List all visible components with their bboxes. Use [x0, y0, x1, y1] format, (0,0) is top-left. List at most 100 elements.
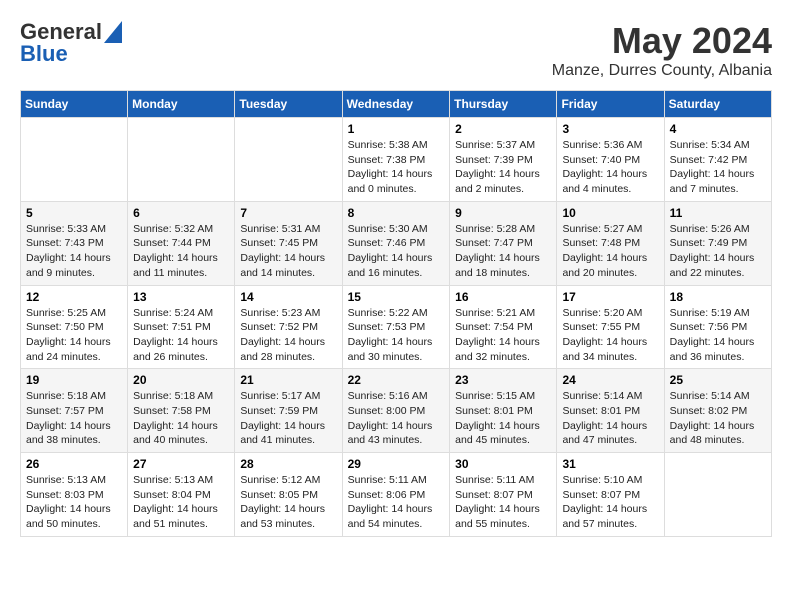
day-number: 4: [670, 122, 766, 136]
day-info: Sunrise: 5:26 AM Sunset: 7:49 PM Dayligh…: [670, 222, 766, 281]
day-number: 25: [670, 373, 766, 387]
week-row-1: 1 Sunrise: 5:38 AM Sunset: 7:38 PM Daylig…: [21, 118, 772, 202]
page-header: General Blue May 2024 Manze, Durres Coun…: [20, 20, 772, 80]
day-number: 2: [455, 122, 551, 136]
day-info: Sunrise: 5:31 AM Sunset: 7:45 PM Dayligh…: [240, 222, 336, 281]
day-info: Sunrise: 5:20 AM Sunset: 7:55 PM Dayligh…: [562, 306, 658, 365]
calendar-cell: 27 Sunrise: 5:13 AM Sunset: 8:04 PM Dayli…: [128, 453, 235, 537]
weekday-header-saturday: Saturday: [664, 91, 771, 118]
day-info: Sunrise: 5:16 AM Sunset: 8:00 PM Dayligh…: [348, 389, 445, 448]
day-info: Sunrise: 5:34 AM Sunset: 7:42 PM Dayligh…: [670, 138, 766, 197]
day-info: Sunrise: 5:18 AM Sunset: 7:57 PM Dayligh…: [26, 389, 122, 448]
calendar-cell: [235, 118, 342, 202]
calendar-cell: [664, 453, 771, 537]
calendar-cell: 2 Sunrise: 5:37 AM Sunset: 7:39 PM Daylig…: [450, 118, 557, 202]
day-number: 10: [562, 206, 658, 220]
calendar-cell: 23Sunrise: 5:15 AM Sunset: 8:01 PM Dayli…: [450, 369, 557, 453]
calendar-cell: 14 Sunrise: 5:23 AM Sunset: 7:52 PM Dayli…: [235, 285, 342, 369]
day-info: Sunrise: 5:18 AM Sunset: 7:58 PM Dayligh…: [133, 389, 229, 448]
calendar-cell: 24 Sunrise: 5:14 AM Sunset: 8:01 PM Dayli…: [557, 369, 664, 453]
day-info: Sunrise: 5:12 AM Sunset: 8:05 PM Dayligh…: [240, 473, 336, 532]
weekday-header-row: SundayMondayTuesdayWednesdayThursdayFrid…: [21, 91, 772, 118]
calendar-cell: 26Sunrise: 5:13 AM Sunset: 8:03 PM Dayli…: [21, 453, 128, 537]
day-number: 12: [26, 290, 122, 304]
day-info: Sunrise: 5:10 AM Sunset: 8:07 PM Dayligh…: [562, 473, 658, 532]
calendar-cell: 31 Sunrise: 5:10 AM Sunset: 8:07 PM Dayli…: [557, 453, 664, 537]
location-title: Manze, Durres County, Albania: [552, 62, 772, 80]
day-info: Sunrise: 5:15 AM Sunset: 8:01 PM Dayligh…: [455, 389, 551, 448]
logo-blue: Blue: [20, 42, 122, 66]
calendar-cell: 6Sunrise: 5:32 AM Sunset: 7:44 PM Daylig…: [128, 201, 235, 285]
day-number: 14: [240, 290, 336, 304]
calendar-cell: 10 Sunrise: 5:27 AM Sunset: 7:48 PM Dayli…: [557, 201, 664, 285]
calendar-cell: 21 Sunrise: 5:17 AM Sunset: 7:59 PM Dayli…: [235, 369, 342, 453]
calendar-cell: 22 Sunrise: 5:16 AM Sunset: 8:00 PM Dayli…: [342, 369, 450, 453]
day-info: Sunrise: 5:13 AM Sunset: 8:03 PM Dayligh…: [26, 473, 122, 532]
day-number: 5: [26, 206, 122, 220]
day-info: Sunrise: 5:37 AM Sunset: 7:39 PM Dayligh…: [455, 138, 551, 197]
calendar-cell: 25 Sunrise: 5:14 AM Sunset: 8:02 PM Dayli…: [664, 369, 771, 453]
day-info: Sunrise: 5:33 AM Sunset: 7:43 PM Dayligh…: [26, 222, 122, 281]
day-info: Sunrise: 5:14 AM Sunset: 8:02 PM Dayligh…: [670, 389, 766, 448]
calendar-cell: 29 Sunrise: 5:11 AM Sunset: 8:06 PM Dayli…: [342, 453, 450, 537]
calendar-cell: 28 Sunrise: 5:12 AM Sunset: 8:05 PM Dayli…: [235, 453, 342, 537]
day-number: 9: [455, 206, 551, 220]
day-number: 27: [133, 457, 229, 471]
week-row-3: 12Sunrise: 5:25 AM Sunset: 7:50 PM Dayli…: [21, 285, 772, 369]
calendar-cell: 12Sunrise: 5:25 AM Sunset: 7:50 PM Dayli…: [21, 285, 128, 369]
day-number: 1: [348, 122, 445, 136]
calendar-cell: [21, 118, 128, 202]
weekday-header-sunday: Sunday: [21, 91, 128, 118]
calendar-cell: 17 Sunrise: 5:20 AM Sunset: 7:55 PM Dayli…: [557, 285, 664, 369]
day-info: Sunrise: 5:11 AM Sunset: 8:06 PM Dayligh…: [348, 473, 445, 532]
day-number: 30: [455, 457, 551, 471]
day-info: Sunrise: 5:14 AM Sunset: 8:01 PM Dayligh…: [562, 389, 658, 448]
logo: General Blue: [20, 20, 122, 66]
day-number: 17: [562, 290, 658, 304]
calendar-cell: 30 Sunrise: 5:11 AM Sunset: 8:07 PM Dayli…: [450, 453, 557, 537]
day-number: 7: [240, 206, 336, 220]
calendar-cell: 4 Sunrise: 5:34 AM Sunset: 7:42 PM Daylig…: [664, 118, 771, 202]
day-info: Sunrise: 5:22 AM Sunset: 7:53 PM Dayligh…: [348, 306, 445, 365]
logo-icon: [104, 21, 122, 43]
weekday-header-monday: Monday: [128, 91, 235, 118]
day-number: 11: [670, 206, 766, 220]
calendar-cell: 9Sunrise: 5:28 AM Sunset: 7:47 PM Daylig…: [450, 201, 557, 285]
day-number: 31: [562, 457, 658, 471]
calendar-cell: 1 Sunrise: 5:38 AM Sunset: 7:38 PM Daylig…: [342, 118, 450, 202]
day-number: 19: [26, 373, 122, 387]
calendar-cell: [128, 118, 235, 202]
calendar-cell: 11 Sunrise: 5:26 AM Sunset: 7:49 PM Dayli…: [664, 201, 771, 285]
day-number: 20: [133, 373, 229, 387]
day-info: Sunrise: 5:13 AM Sunset: 8:04 PM Dayligh…: [133, 473, 229, 532]
day-info: Sunrise: 5:27 AM Sunset: 7:48 PM Dayligh…: [562, 222, 658, 281]
day-info: Sunrise: 5:17 AM Sunset: 7:59 PM Dayligh…: [240, 389, 336, 448]
day-info: Sunrise: 5:21 AM Sunset: 7:54 PM Dayligh…: [455, 306, 551, 365]
day-number: 22: [348, 373, 445, 387]
calendar-cell: 8Sunrise: 5:30 AM Sunset: 7:46 PM Daylig…: [342, 201, 450, 285]
day-number: 3: [562, 122, 658, 136]
day-info: Sunrise: 5:23 AM Sunset: 7:52 PM Dayligh…: [240, 306, 336, 365]
month-title: May 2024: [552, 20, 772, 62]
calendar-cell: 3 Sunrise: 5:36 AM Sunset: 7:40 PM Daylig…: [557, 118, 664, 202]
day-number: 21: [240, 373, 336, 387]
calendar-cell: 16 Sunrise: 5:21 AM Sunset: 7:54 PM Dayli…: [450, 285, 557, 369]
calendar-cell: 15 Sunrise: 5:22 AM Sunset: 7:53 PM Dayli…: [342, 285, 450, 369]
day-number: 29: [348, 457, 445, 471]
day-info: Sunrise: 5:32 AM Sunset: 7:44 PM Dayligh…: [133, 222, 229, 281]
calendar-table: SundayMondayTuesdayWednesdayThursdayFrid…: [20, 90, 772, 537]
calendar-cell: 13Sunrise: 5:24 AM Sunset: 7:51 PM Dayli…: [128, 285, 235, 369]
calendar-cell: 18Sunrise: 5:19 AM Sunset: 7:56 PM Dayli…: [664, 285, 771, 369]
weekday-header-tuesday: Tuesday: [235, 91, 342, 118]
day-info: Sunrise: 5:36 AM Sunset: 7:40 PM Dayligh…: [562, 138, 658, 197]
day-number: 18: [670, 290, 766, 304]
day-number: 24: [562, 373, 658, 387]
day-number: 15: [348, 290, 445, 304]
day-number: 16: [455, 290, 551, 304]
day-number: 13: [133, 290, 229, 304]
weekday-header-wednesday: Wednesday: [342, 91, 450, 118]
day-info: Sunrise: 5:38 AM Sunset: 7:38 PM Dayligh…: [348, 138, 445, 197]
day-info: Sunrise: 5:11 AM Sunset: 8:07 PM Dayligh…: [455, 473, 551, 532]
day-number: 28: [240, 457, 336, 471]
week-row-4: 19 Sunrise: 5:18 AM Sunset: 7:57 PM Dayli…: [21, 369, 772, 453]
